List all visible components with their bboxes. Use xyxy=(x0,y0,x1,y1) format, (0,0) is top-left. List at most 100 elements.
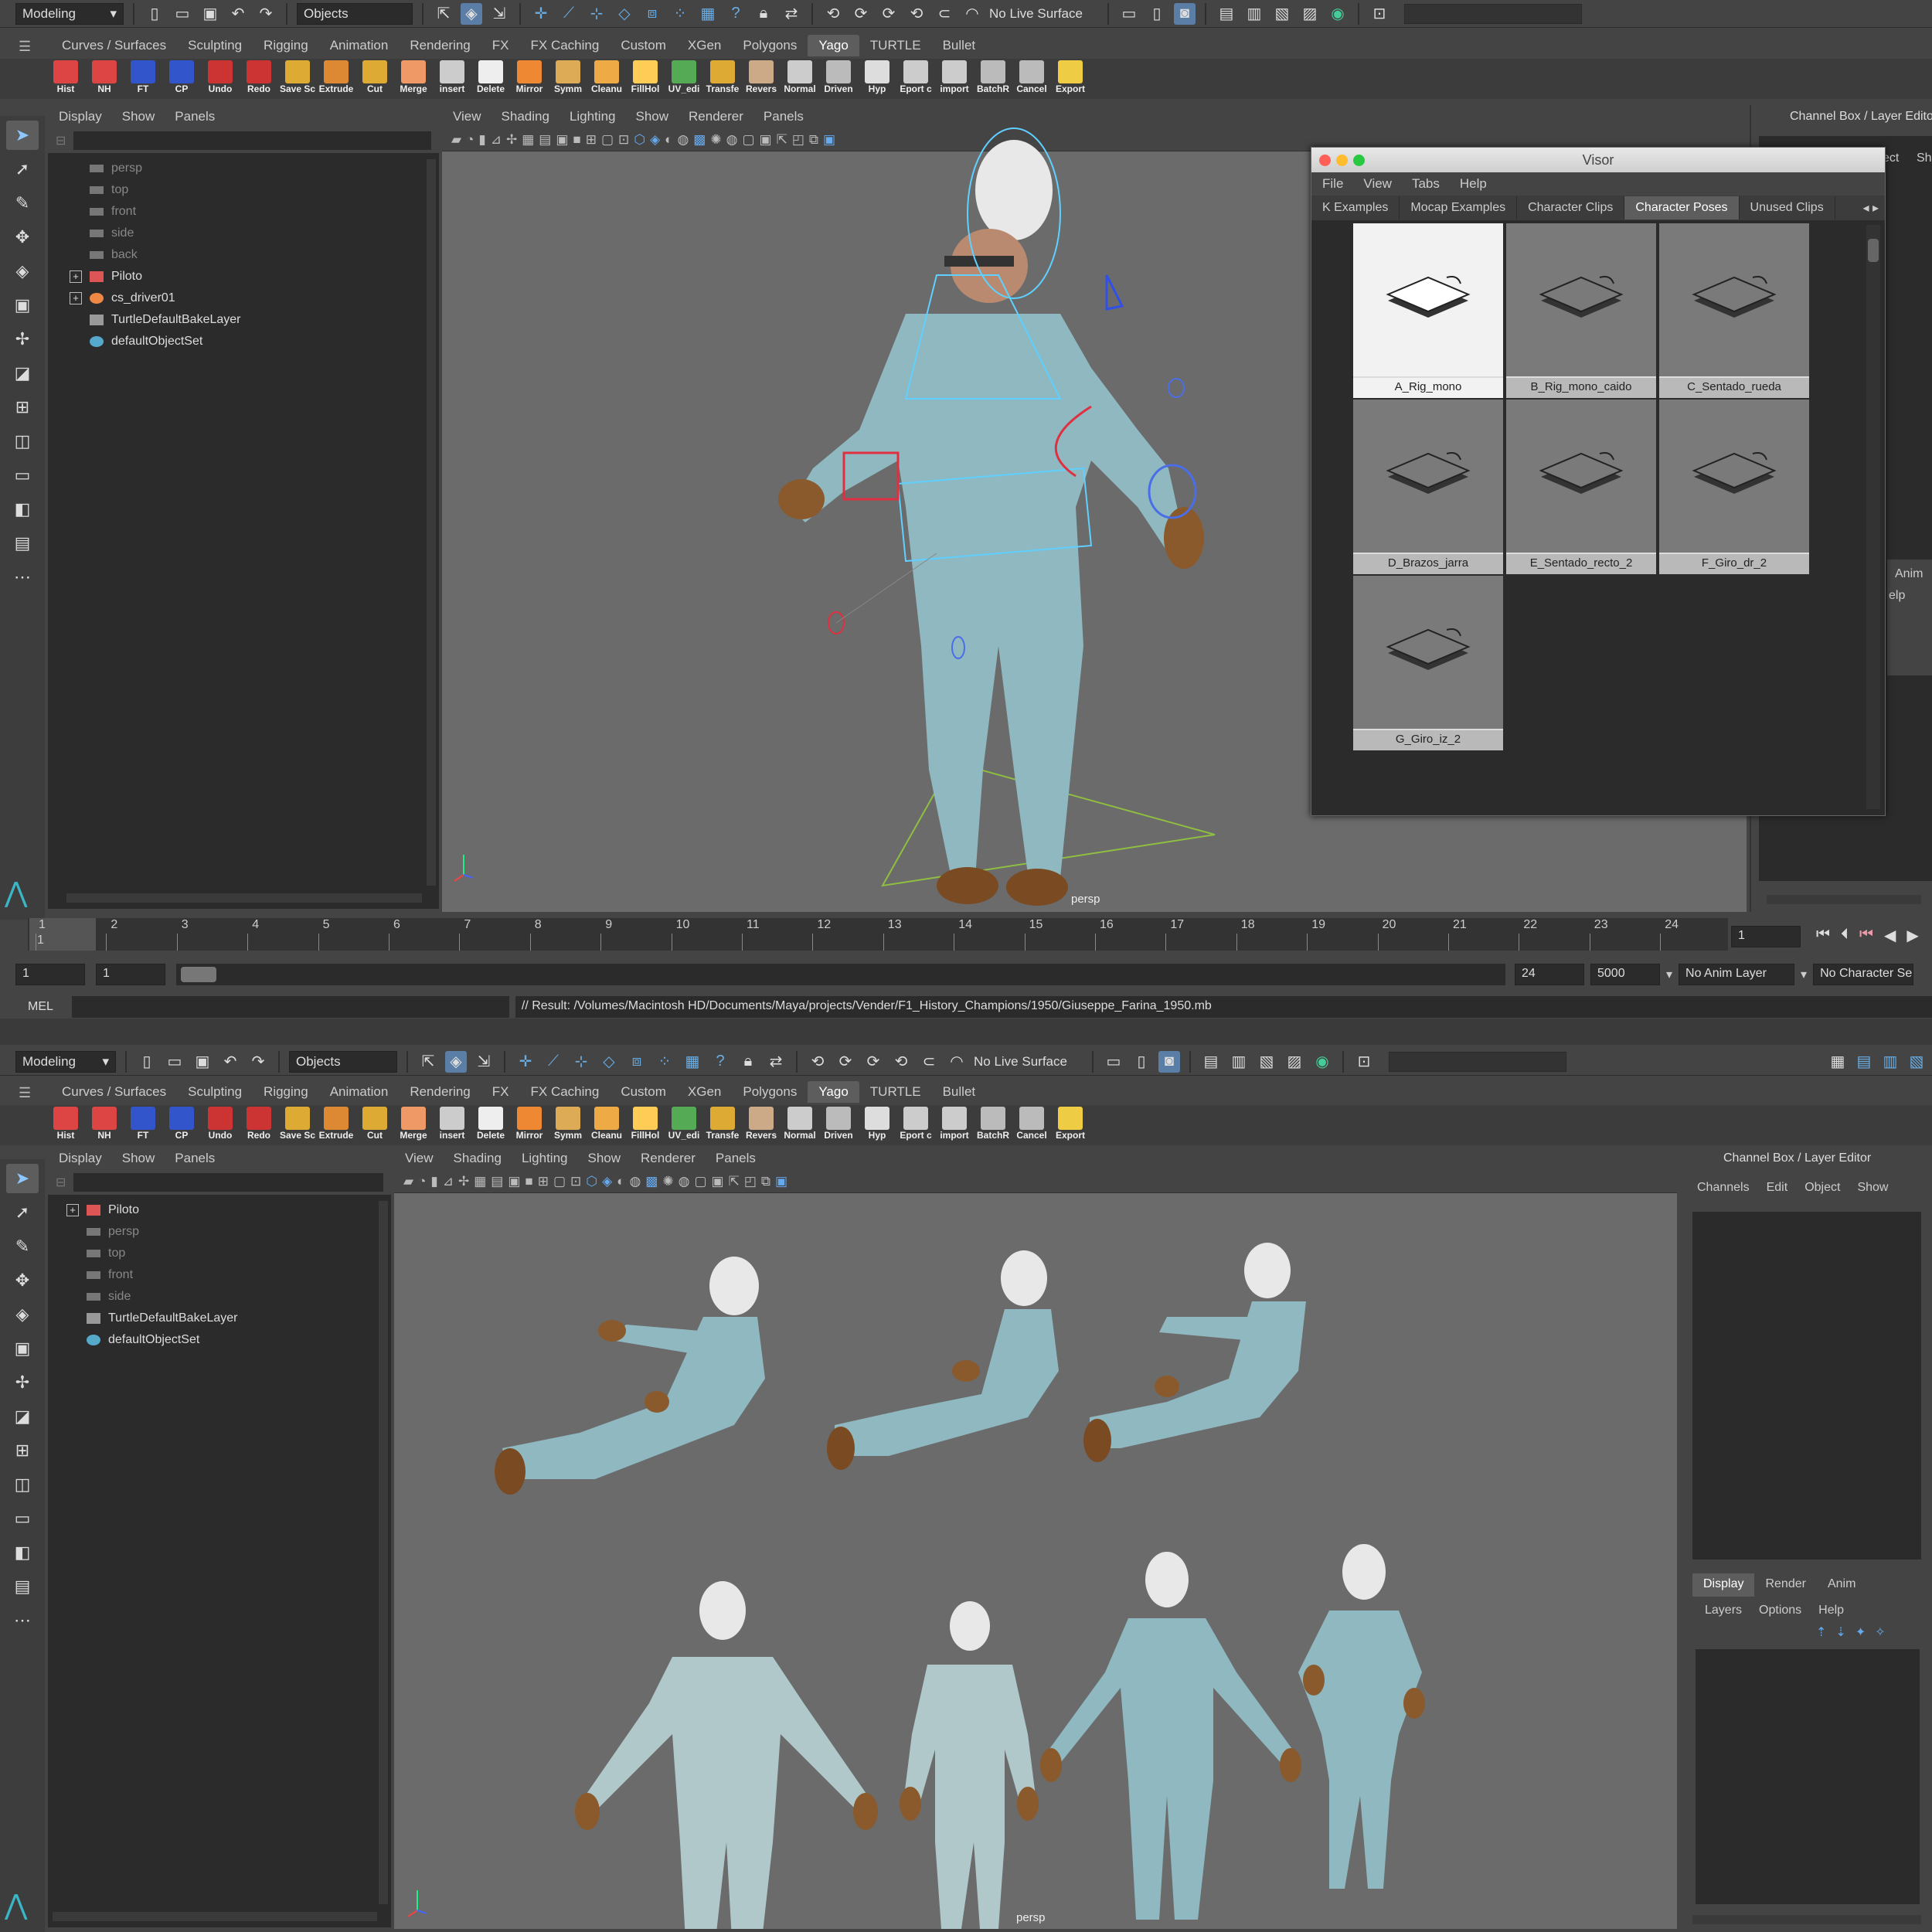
history-icon[interactable]: ⟲ xyxy=(807,1051,828,1073)
shelf-tab[interactable]: Rigging xyxy=(253,35,319,56)
tab-scroll-arrows-icon[interactable]: ◂ ▸ xyxy=(1859,196,1882,220)
visor-scroll-thumb[interactable] xyxy=(1868,239,1879,262)
redo-icon[interactable]: ↷ xyxy=(255,3,277,25)
shelf-tab[interactable]: FX Caching xyxy=(520,35,611,56)
universal-manip-icon[interactable]: ✢ xyxy=(6,1368,39,1397)
render-settings-icon[interactable]: ▨ xyxy=(1284,1051,1305,1073)
snap-vertex-icon[interactable]: ⁘ xyxy=(669,3,691,25)
shelf-tab[interactable]: FX Caching xyxy=(520,1081,611,1103)
redo-icon[interactable]: ↷ xyxy=(247,1051,269,1073)
layout-icon[interactable]: ▤ xyxy=(1853,1051,1875,1073)
shelf-tab[interactable]: Rigging xyxy=(253,1081,319,1103)
move-tool-icon[interactable]: ✥ xyxy=(6,223,39,252)
construction-icon[interactable]: ⟲ xyxy=(906,3,927,25)
shelf-tab[interactable]: XGen xyxy=(677,35,732,56)
output-icon[interactable]: ⟳ xyxy=(878,3,900,25)
shelf-tool-button[interactable]: Extrude xyxy=(318,1105,354,1145)
shelf-tool-button[interactable]: Save Sc xyxy=(280,1105,315,1145)
shelf-tool-button[interactable]: import xyxy=(937,1105,972,1145)
shelf-tool-button[interactable]: Cancel xyxy=(1014,59,1049,99)
menu-object[interactable]: Object xyxy=(1804,1181,1840,1195)
shelf-tool-button[interactable]: Hyp xyxy=(859,59,895,99)
shelf-tab[interactable]: Polygons xyxy=(732,35,808,56)
shelf-tool-button[interactable]: Symm xyxy=(550,1105,586,1145)
shelf-tab[interactable]: FX xyxy=(481,1081,520,1103)
new-scene-icon[interactable]: ▯ xyxy=(144,3,165,25)
outliner-search-input[interactable] xyxy=(73,1173,383,1192)
shelf-tool-button[interactable]: insert xyxy=(434,1105,470,1145)
menu-view[interactable]: View xyxy=(1363,176,1392,192)
selection-mode-dropdown[interactable]: Objects xyxy=(297,2,413,25)
menu-options[interactable]: Options xyxy=(1759,1604,1801,1617)
universal-manip-icon[interactable]: ✢ xyxy=(6,325,39,354)
shelf-menu-icon[interactable]: ☰ xyxy=(19,39,31,55)
snap-grid-icon[interactable]: ✛ xyxy=(530,3,552,25)
save-scene-icon[interactable]: ▣ xyxy=(199,3,221,25)
paint-select-icon[interactable]: ✎ xyxy=(6,1232,39,1261)
help-icon[interactable]: ? xyxy=(725,3,747,25)
open-scene-icon[interactable]: ▭ xyxy=(164,1051,185,1073)
start-time-field[interactable]: 1 xyxy=(15,964,85,985)
input-icon[interactable]: ⟳ xyxy=(835,1051,856,1073)
shelf-tool-button[interactable]: Mirror xyxy=(512,59,547,99)
magnet-icon[interactable]: ⊂ xyxy=(934,3,955,25)
menu-panels[interactable]: Panels xyxy=(175,1151,215,1166)
shelf-tool-button[interactable]: Hist xyxy=(48,59,83,99)
outliner-item[interactable]: front xyxy=(66,1264,391,1286)
visor-tab[interactable]: K Examples xyxy=(1311,196,1400,219)
snap-plane-icon[interactable]: ▦ xyxy=(697,3,719,25)
shelf-tool-button[interactable]: FillHol xyxy=(628,59,663,99)
outliner-scrollbar[interactable] xyxy=(427,159,436,886)
shelf-tool-button[interactable]: Revers xyxy=(743,59,779,99)
minimize-icon[interactable] xyxy=(1336,155,1348,166)
menu-help[interactable]: Help xyxy=(1818,1604,1844,1617)
new-layer-selected-icon[interactable]: ✧ xyxy=(1875,1624,1885,1640)
hypershade-layout-icon[interactable]: ▤ xyxy=(6,529,39,558)
ipr-render-icon[interactable]: ▧ xyxy=(1271,3,1293,25)
shelf-tool-button[interactable]: Undo xyxy=(202,59,238,99)
menu-set-dropdown[interactable]: Modeling ▾ xyxy=(15,2,124,25)
lasso-tool-icon[interactable]: ➚ xyxy=(6,1198,39,1227)
snap-curve-icon[interactable]: ⟋ xyxy=(543,1051,564,1073)
persp-outliner-layout-icon[interactable]: ▭ xyxy=(6,1504,39,1533)
command-input[interactable] xyxy=(71,996,509,1018)
outliner-item[interactable]: persp xyxy=(66,1221,391,1243)
chevron-down-icon[interactable]: ▾ xyxy=(1666,967,1672,982)
shelf-tool-button[interactable]: BatchR xyxy=(975,1105,1011,1145)
hypershade-icon[interactable]: ◉ xyxy=(1327,3,1349,25)
shelf-tool-button[interactable]: Undo xyxy=(202,1105,238,1145)
shelf-tool-button[interactable]: Cancel xyxy=(1014,1105,1049,1145)
shelf-tool-button[interactable]: CP xyxy=(164,1105,199,1145)
layout-icon[interactable]: ▧ xyxy=(1906,1051,1927,1073)
help-menu-clipped[interactable]: elp xyxy=(1887,581,1932,603)
shelf-tool-button[interactable]: Transfe xyxy=(705,59,740,99)
shelf-tool-button[interactable]: Driven xyxy=(821,1105,856,1145)
shelf-tab[interactable]: Custom xyxy=(610,35,677,56)
menu-tabs[interactable]: Tabs xyxy=(1412,176,1440,192)
save-scene-icon[interactable]: ▣ xyxy=(192,1051,213,1073)
shelf-tab[interactable]: Bullet xyxy=(932,35,987,56)
shelf-tab[interactable]: Animation xyxy=(319,35,400,56)
ipr-icon[interactable]: ◙ xyxy=(1173,2,1196,25)
expand-icon[interactable]: + xyxy=(70,270,82,283)
visor-tab[interactable]: Unused Clips xyxy=(1740,196,1835,219)
scale-tool-icon[interactable]: ▣ xyxy=(6,291,39,320)
shelf-tab[interactable]: Sculpting xyxy=(177,35,253,56)
snap-grid-icon[interactable]: ✛ xyxy=(515,1051,536,1073)
filter-icon[interactable]: ⊟ xyxy=(56,1175,66,1190)
shelf-tab[interactable]: Rendering xyxy=(399,35,481,56)
outliner-scrollbar[interactable] xyxy=(379,1201,388,1904)
shelf-tool-button[interactable]: Merge xyxy=(396,1105,431,1145)
undo-icon[interactable]: ↶ xyxy=(219,1051,241,1073)
workspace-icon[interactable]: ▦ xyxy=(1827,1051,1849,1073)
input-icon[interactable]: ⟳ xyxy=(850,3,872,25)
pose-thumbnail[interactable]: A_Rig_mono xyxy=(1353,223,1503,398)
outliner-item[interactable]: TurtleDefaultBakeLayer xyxy=(70,309,439,331)
move-tool-icon[interactable]: ✥ xyxy=(6,1266,39,1295)
outliner-item[interactable]: side xyxy=(70,223,439,244)
shelf-tool-button[interactable]: Normal xyxy=(782,59,818,99)
lasso-tool-icon[interactable]: ➚ xyxy=(6,155,39,184)
step-back-icon[interactable]: ⏴ xyxy=(1841,926,1849,945)
outliner-item[interactable]: + Piloto xyxy=(66,1199,391,1221)
shelf-tab[interactable]: Rendering xyxy=(399,1081,481,1103)
